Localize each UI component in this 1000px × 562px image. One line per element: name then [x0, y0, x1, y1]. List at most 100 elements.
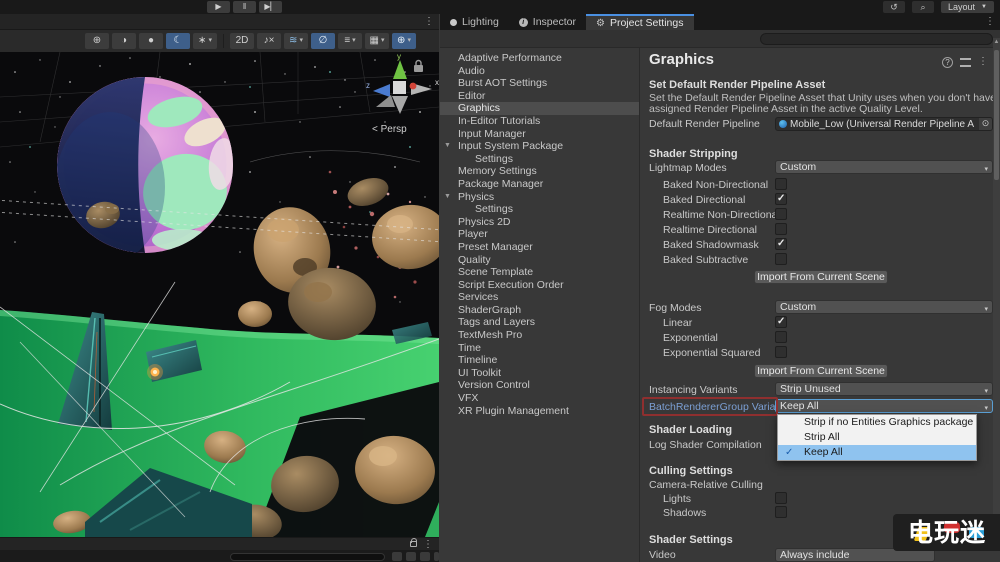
settings-list-item[interactable]: Memory Settings: [440, 165, 639, 178]
batchrenderergroup-variants-dropdown[interactable]: Keep All ▾: [775, 399, 993, 413]
settings-list-item[interactable]: Preset Manager: [440, 241, 639, 254]
settings-list-item[interactable]: Timeline: [440, 354, 639, 367]
checkbox[interactable]: [775, 492, 787, 504]
scene-layers-button[interactable]: ≡ ▾: [338, 33, 362, 49]
instancing-variants-dropdown[interactable]: Strip Unused ▾: [775, 382, 993, 396]
checkbox[interactable]: [775, 506, 787, 518]
settings-list-item[interactable]: Script Execution Order: [440, 279, 639, 292]
tabbar-kebab-icon[interactable]: ⋮: [985, 14, 995, 30]
scene-lighting-toggle[interactable]: ☾: [166, 33, 190, 49]
layout-dropdown[interactable]: Layout ▼: [941, 1, 994, 13]
fog-modes-dropdown[interactable]: Custom ▾: [775, 300, 993, 314]
settings-list-item[interactable]: Physics 2D: [440, 216, 639, 229]
scene-menu-kebab-icon[interactable]: ⋮: [424, 15, 434, 29]
debug-draw-mode-button[interactable]: ∗ ▾: [193, 33, 217, 49]
toolbar-icon[interactable]: [406, 552, 416, 561]
default-render-pipeline-field[interactable]: Mobile_Low (Universal Render Pipeline A …: [775, 117, 993, 131]
settings-category-list: Adaptive Performance Audio Burst AOT Set…: [440, 48, 640, 562]
settings-list-item[interactable]: Input Manager: [440, 128, 639, 141]
chevron-down-icon: ▾: [208, 33, 212, 49]
checkbox[interactable]: [775, 331, 787, 343]
gizmos-toggle[interactable]: ⊕ ▾: [392, 33, 416, 49]
step-button[interactable]: ▶▏: [259, 1, 282, 13]
settings-list-item[interactable]: ▼Physics: [440, 191, 639, 204]
tab-inspector[interactable]: i Inspector: [509, 14, 586, 30]
lighting-icon: [450, 19, 457, 26]
checkbox[interactable]: [775, 346, 787, 358]
search-icon[interactable]: ⌕: [912, 1, 934, 13]
lightmap-modes-dropdown[interactable]: Custom ▾: [775, 160, 993, 174]
settings-list-item[interactable]: Editor: [440, 90, 639, 103]
settings-list-item[interactable]: Scene Template: [440, 266, 639, 279]
object-picker-icon[interactable]: ⊙: [979, 117, 992, 131]
field-label: Default Render Pipeline: [649, 118, 760, 130]
settings-list-item[interactable]: Adaptive Performance: [440, 52, 639, 65]
settings-list-item[interactable]: Settings: [440, 203, 639, 216]
settings-list-item[interactable]: Services: [440, 291, 639, 304]
settings-list-item[interactable]: In-Editor Tutorials: [440, 115, 639, 128]
checkbox[interactable]: [775, 178, 787, 190]
settings-list-item[interactable]: VFX: [440, 392, 639, 405]
toolbar-icon[interactable]: [392, 552, 402, 561]
scroll-up-icon[interactable]: ▲: [993, 39, 1000, 45]
checkbox[interactable]: [775, 238, 787, 250]
bottom-search-bar[interactable]: [230, 553, 385, 561]
field-label: Log Shader Compilation: [649, 439, 762, 451]
settings-search-input[interactable]: [760, 33, 993, 45]
toolbar-icon[interactable]: [420, 552, 430, 561]
settings-list-item[interactable]: Quality: [440, 254, 639, 267]
checkbox[interactable]: [775, 253, 787, 265]
import-from-current-scene-button[interactable]: Import From Current Scene: [754, 270, 888, 284]
scrollbar-thumb[interactable]: [994, 50, 999, 180]
perspective-label[interactable]: < Persp: [372, 124, 407, 135]
settings-list-item[interactable]: XR Plugin Management: [440, 405, 639, 418]
settings-list-item[interactable]: Version Control: [440, 379, 639, 392]
settings-list-item[interactable]: Settings: [440, 153, 639, 166]
pause-button[interactable]: ‖: [233, 1, 256, 13]
scene-viewport[interactable]: y z x < Persp: [0, 52, 439, 537]
checkbox[interactable]: [775, 193, 787, 205]
help-icon[interactable]: ?: [942, 57, 953, 68]
toolbar-icon[interactable]: [434, 552, 439, 561]
preset-icon[interactable]: [960, 58, 971, 67]
import-from-current-scene-button[interactable]: Import From Current Scene: [754, 364, 888, 378]
unlock-icon[interactable]: [410, 541, 417, 547]
scene-visibility-toggle[interactable]: ∅: [311, 33, 335, 49]
settings-list-item-selected[interactable]: Graphics: [440, 102, 639, 115]
settings-list-item[interactable]: ShaderGraph: [440, 304, 639, 317]
scene-camera-settings-button[interactable]: ▦ ▾: [365, 33, 389, 49]
menu-item[interactable]: Strip All: [778, 430, 976, 445]
play-button[interactable]: ▶: [207, 1, 230, 13]
settings-list-item[interactable]: ▼Input System Package: [440, 140, 639, 153]
draw-mode-wireframe-button[interactable]: ⊕: [85, 33, 109, 49]
scene-2d-toggle[interactable]: 2D: [230, 33, 254, 49]
checkbox-label: Baked Non-Directional: [663, 179, 768, 191]
checkbox[interactable]: [775, 223, 787, 235]
checkbox-label: Baked Directional: [663, 194, 745, 206]
scene-effects-toggle[interactable]: ≋ ▾: [284, 33, 308, 49]
settings-list-item[interactable]: UI Toolkit: [440, 367, 639, 380]
draw-mode-shaded-wireframe-button[interactable]: ◑: [112, 33, 136, 49]
foldout-icon[interactable]: ▼: [444, 191, 451, 204]
menu-item[interactable]: Strip if no Entities Graphics package: [778, 415, 976, 430]
panel-kebab-icon[interactable]: ⋮: [978, 55, 988, 69]
draw-mode-shaded-button[interactable]: ●: [139, 33, 163, 49]
undo-history-icon[interactable]: ↺: [883, 1, 905, 13]
settings-list-item[interactable]: Burst AOT Settings: [440, 77, 639, 90]
settings-list-item[interactable]: Tags and Layers: [440, 316, 639, 329]
checkbox[interactable]: [775, 316, 787, 328]
chevron-down-icon: ▾: [984, 164, 988, 176]
scrollbar[interactable]: ▲: [993, 38, 1000, 528]
foldout-icon[interactable]: ▼: [444, 140, 451, 153]
settings-list-item[interactable]: Audio: [440, 65, 639, 78]
menu-item-selected[interactable]: ✓ Keep All: [778, 445, 976, 460]
scene-audio-mute-toggle[interactable]: ♪×: [257, 33, 281, 49]
tab-lighting[interactable]: Lighting: [440, 14, 509, 30]
settings-list-item[interactable]: Time: [440, 342, 639, 355]
settings-list-item[interactable]: Player: [440, 228, 639, 241]
tab-project-settings[interactable]: ⚙ Project Settings: [586, 14, 694, 30]
checkbox[interactable]: [775, 208, 787, 220]
settings-list-item[interactable]: Package Manager: [440, 178, 639, 191]
axis-x-label: x: [435, 78, 439, 87]
settings-list-item[interactable]: TextMesh Pro: [440, 329, 639, 342]
